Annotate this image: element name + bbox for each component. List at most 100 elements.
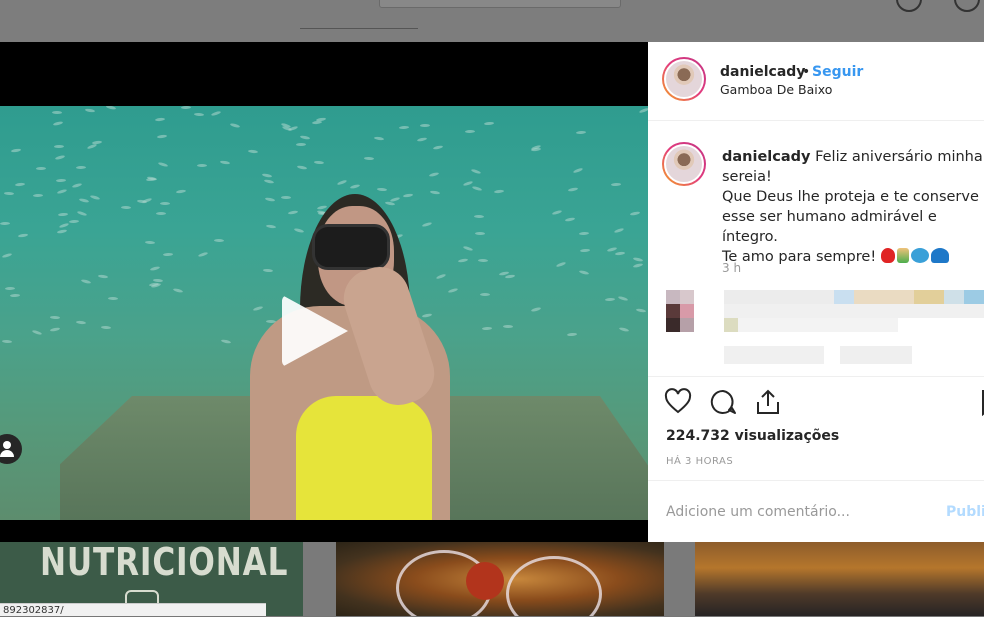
fish-school xyxy=(578,231,590,236)
grid-thumb-sunset[interactable] xyxy=(695,542,984,616)
view-count[interactable]: 224.732 visualizações xyxy=(666,428,839,444)
fish-school xyxy=(480,293,490,296)
fish-school xyxy=(247,149,259,154)
follow-button[interactable]: Seguir xyxy=(812,64,863,80)
fish-school xyxy=(31,329,43,336)
fish-school xyxy=(579,248,591,253)
fish-school xyxy=(52,120,64,127)
caption-avatar[interactable] xyxy=(662,142,706,186)
fish-school xyxy=(0,221,11,226)
fish-school xyxy=(504,274,516,279)
fish-school xyxy=(416,136,428,143)
fish-school xyxy=(75,165,87,170)
video-player[interactable] xyxy=(0,42,648,542)
fish-school xyxy=(84,108,96,113)
header-username[interactable]: danielcady xyxy=(720,64,805,80)
fish-school xyxy=(477,258,489,263)
fish-school xyxy=(363,156,375,161)
fish-school xyxy=(68,219,80,224)
location-link[interactable]: Gamboa De Baixo xyxy=(720,82,832,97)
fish-school xyxy=(295,142,307,147)
fish-school xyxy=(220,338,232,345)
fish-school xyxy=(3,191,15,196)
fish-school xyxy=(296,165,308,170)
fish-school xyxy=(471,185,483,192)
fish-school xyxy=(481,326,493,331)
play-icon[interactable] xyxy=(282,295,348,367)
fish-school xyxy=(264,197,276,202)
comment-input[interactable]: Adicione um comentário... xyxy=(666,504,850,520)
fish-school xyxy=(175,189,187,194)
fish-school xyxy=(398,125,410,130)
fish-school xyxy=(14,182,26,187)
avatar[interactable] xyxy=(662,57,706,101)
explore-icon[interactable] xyxy=(896,0,922,12)
fish-school xyxy=(474,231,486,236)
fish-school xyxy=(197,251,209,258)
fish-school xyxy=(462,245,474,252)
fish-school xyxy=(635,308,647,313)
fish-school xyxy=(566,332,578,337)
post-side-panel: danielcady • Seguir Gamboa De Baixo dani… xyxy=(648,42,984,542)
fish-school xyxy=(349,183,361,190)
fish-school xyxy=(530,306,542,313)
heart-icon[interactable] xyxy=(664,388,692,416)
fish-school xyxy=(606,246,618,253)
fish-school xyxy=(229,122,241,129)
user-head xyxy=(3,441,11,449)
fish-school xyxy=(1,252,13,259)
tab-underline xyxy=(300,28,418,29)
fish-school xyxy=(421,221,433,228)
post-timestamp: HÁ 3 HORAS xyxy=(666,456,734,467)
fish-school xyxy=(54,154,66,161)
fish-school xyxy=(428,171,440,178)
fish-school xyxy=(149,265,161,272)
grid-thumb-salad[interactable] xyxy=(336,542,664,616)
comment-divider xyxy=(648,480,984,481)
fish-school xyxy=(76,210,88,217)
publish-button[interactable]: Publi xyxy=(946,504,984,520)
fish-school xyxy=(120,205,132,210)
fish-school xyxy=(470,168,482,175)
fish-school xyxy=(10,148,22,153)
diving-mask xyxy=(312,224,390,270)
activity-icon[interactable] xyxy=(954,0,980,12)
fish-school xyxy=(572,167,584,174)
search-input[interactable] xyxy=(379,0,621,8)
thumb-text: NUTRICIONAL xyxy=(40,542,289,584)
onion-ring xyxy=(506,556,602,616)
fish-school xyxy=(156,134,168,139)
tomato xyxy=(466,562,504,600)
fish-school xyxy=(80,278,92,285)
fish-school xyxy=(136,199,148,204)
fish-school xyxy=(97,274,109,279)
red-heart-icon xyxy=(880,248,895,263)
fish-school xyxy=(71,182,83,189)
fish-icon xyxy=(910,248,929,263)
caption-line: Te amo para sempre! xyxy=(722,249,877,265)
fish-school xyxy=(53,144,65,149)
status-url: 892302837/ xyxy=(0,603,266,616)
fish-school xyxy=(473,214,485,219)
share-icon[interactable] xyxy=(754,388,782,416)
fish-school xyxy=(219,160,231,165)
instagram-top-bar xyxy=(0,0,984,42)
fish-school xyxy=(107,296,119,301)
fish-school xyxy=(262,268,274,273)
fish-school xyxy=(35,166,47,171)
fish-school xyxy=(144,240,156,245)
fish-school xyxy=(575,130,587,135)
bookmark-icon[interactable] xyxy=(978,388,984,416)
fish-school xyxy=(313,160,325,165)
fish-school xyxy=(263,178,275,185)
fish-school xyxy=(280,195,292,200)
caption-username[interactable]: danielcady xyxy=(722,149,810,165)
fish-school xyxy=(51,110,63,115)
fish-school xyxy=(55,178,67,183)
comment-icon[interactable] xyxy=(709,388,737,416)
post-header: danielcady • Seguir Gamboa De Baixo xyxy=(648,42,984,121)
fish-school xyxy=(447,287,459,294)
fish-school xyxy=(419,123,431,128)
fish-school xyxy=(638,107,648,114)
fish-school xyxy=(293,227,305,234)
